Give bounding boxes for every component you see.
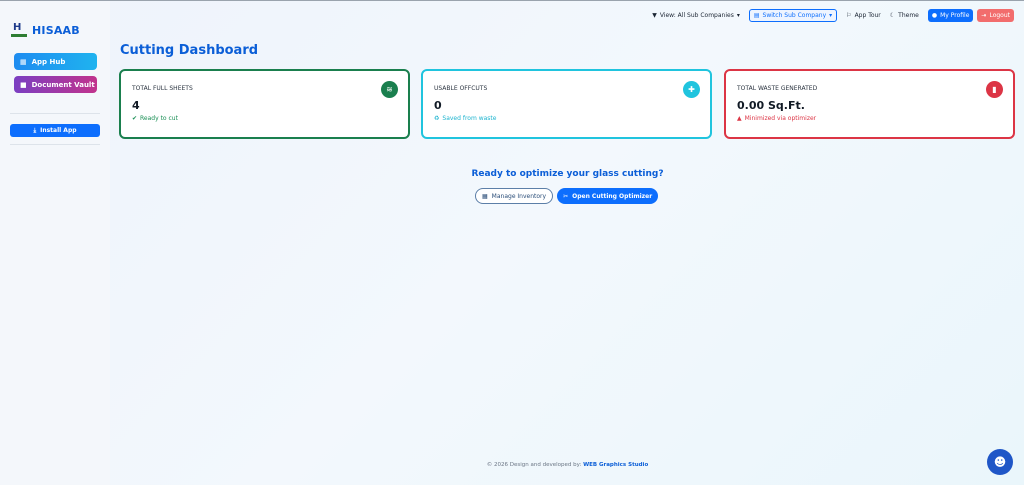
footer-text: © 2026 Design and developed by: <box>486 462 582 468</box>
sidebar-divider <box>10 144 100 145</box>
app-hub-button[interactable]: ▦ App Hub <box>14 53 97 70</box>
theme-toggle[interactable]: ☾ Theme <box>890 12 919 19</box>
caret-down-icon: ▾ <box>736 11 740 19</box>
view-filter-dropdown[interactable]: ▼ View: All Sub Companies ▾ <box>652 12 740 19</box>
logout-button[interactable]: ⇥ Logout <box>977 8 1014 22</box>
grid-icon: ▦ <box>20 57 27 66</box>
boxes-icon: ▦ <box>482 192 488 200</box>
stat-card-usable-offcuts: USABLE OFFCUTS 0 ♻ Saved from waste ✚ <box>421 69 712 139</box>
puzzle-icon: ✚ <box>683 81 700 98</box>
logout-icon: ⇥ <box>981 11 987 19</box>
topbar: ▼ View: All Sub Companies ▾ ▤ Switch Sub… <box>643 8 1014 22</box>
download-icon: ⤓ <box>33 126 37 134</box>
footer-link[interactable]: WEB Graphics Studio <box>583 462 648 468</box>
sidebar: H HISAAB ▦ App Hub ■ Document Vault ⤓ In… <box>0 1 110 485</box>
recycle-icon: ♻ <box>434 115 440 122</box>
user-icon: ● <box>931 11 938 19</box>
filter-icon: ▼ <box>652 11 657 19</box>
card-label: TOTAL FULL SHEETS <box>132 85 193 92</box>
trash-icon: ▮ <box>986 81 1003 98</box>
robot-icon: ☻ <box>993 455 1007 469</box>
card-value: 0 <box>434 99 442 112</box>
route-icon: ⚐ <box>846 11 852 19</box>
card-subtext: ✔ Ready to cut <box>132 115 178 122</box>
card-subtext: ♻ Saved from waste <box>434 115 497 122</box>
open-cutting-optimizer-button[interactable]: ✂ Open Cutting Optimizer <box>557 188 659 204</box>
install-app-label: Install App <box>40 127 77 134</box>
card-value: 4 <box>132 99 140 112</box>
scissors-icon: ✂ <box>563 192 569 200</box>
install-app-button[interactable]: ⤓ Install App <box>10 124 100 137</box>
app-hub-label: App Hub <box>31 57 66 66</box>
brand[interactable]: H HISAAB <box>11 22 80 38</box>
cta-title: Ready to optimize your glass cutting? <box>471 169 664 179</box>
caret-down-icon: ▾ <box>829 11 833 19</box>
layers-icon: ≋ <box>381 81 398 98</box>
footer: © 2026 Design and developed by: WEB Grap… <box>0 462 1024 468</box>
sidebar-divider <box>10 113 100 114</box>
manage-inventory-button[interactable]: ▦ Manage Inventory <box>475 188 554 204</box>
card-label: TOTAL WASTE GENERATED <box>737 85 818 92</box>
document-vault-label: Document Vault <box>31 80 95 89</box>
page-title: Cutting Dashboard <box>120 43 259 58</box>
brand-name: HISAAB <box>32 23 80 37</box>
brand-logo-icon: H <box>11 22 27 38</box>
building-icon: ▤ <box>753 11 760 19</box>
my-profile-button[interactable]: ● My Profile <box>927 8 974 22</box>
document-vault-button[interactable]: ■ Document Vault <box>14 76 97 93</box>
check-circle-icon: ✔ <box>132 115 138 122</box>
card-label: USABLE OFFCUTS <box>434 85 488 92</box>
app-tour-button[interactable]: ⚐ App Tour <box>846 12 881 19</box>
card-value: 0.00 Sq.Ft. <box>737 99 805 112</box>
chatbot-button[interactable]: ☻ <box>987 449 1013 475</box>
switch-company-dropdown[interactable]: ▤ Switch Sub Company ▾ <box>748 8 838 22</box>
cta-buttons: ▦ Manage Inventory ✂ Open Cutting Optimi… <box>475 188 659 204</box>
card-subtext: ▲ Minimized via optimizer <box>737 115 817 122</box>
folder-icon: ■ <box>20 80 27 89</box>
stat-card-full-sheets: TOTAL FULL SHEETS 4 ✔ Ready to cut ≋ <box>119 69 410 139</box>
moon-icon: ☾ <box>889 11 896 19</box>
warning-icon: ▲ <box>737 115 742 122</box>
stat-card-total-waste: TOTAL WASTE GENERATED 0.00 Sq.Ft. ▲ Mini… <box>724 69 1015 139</box>
